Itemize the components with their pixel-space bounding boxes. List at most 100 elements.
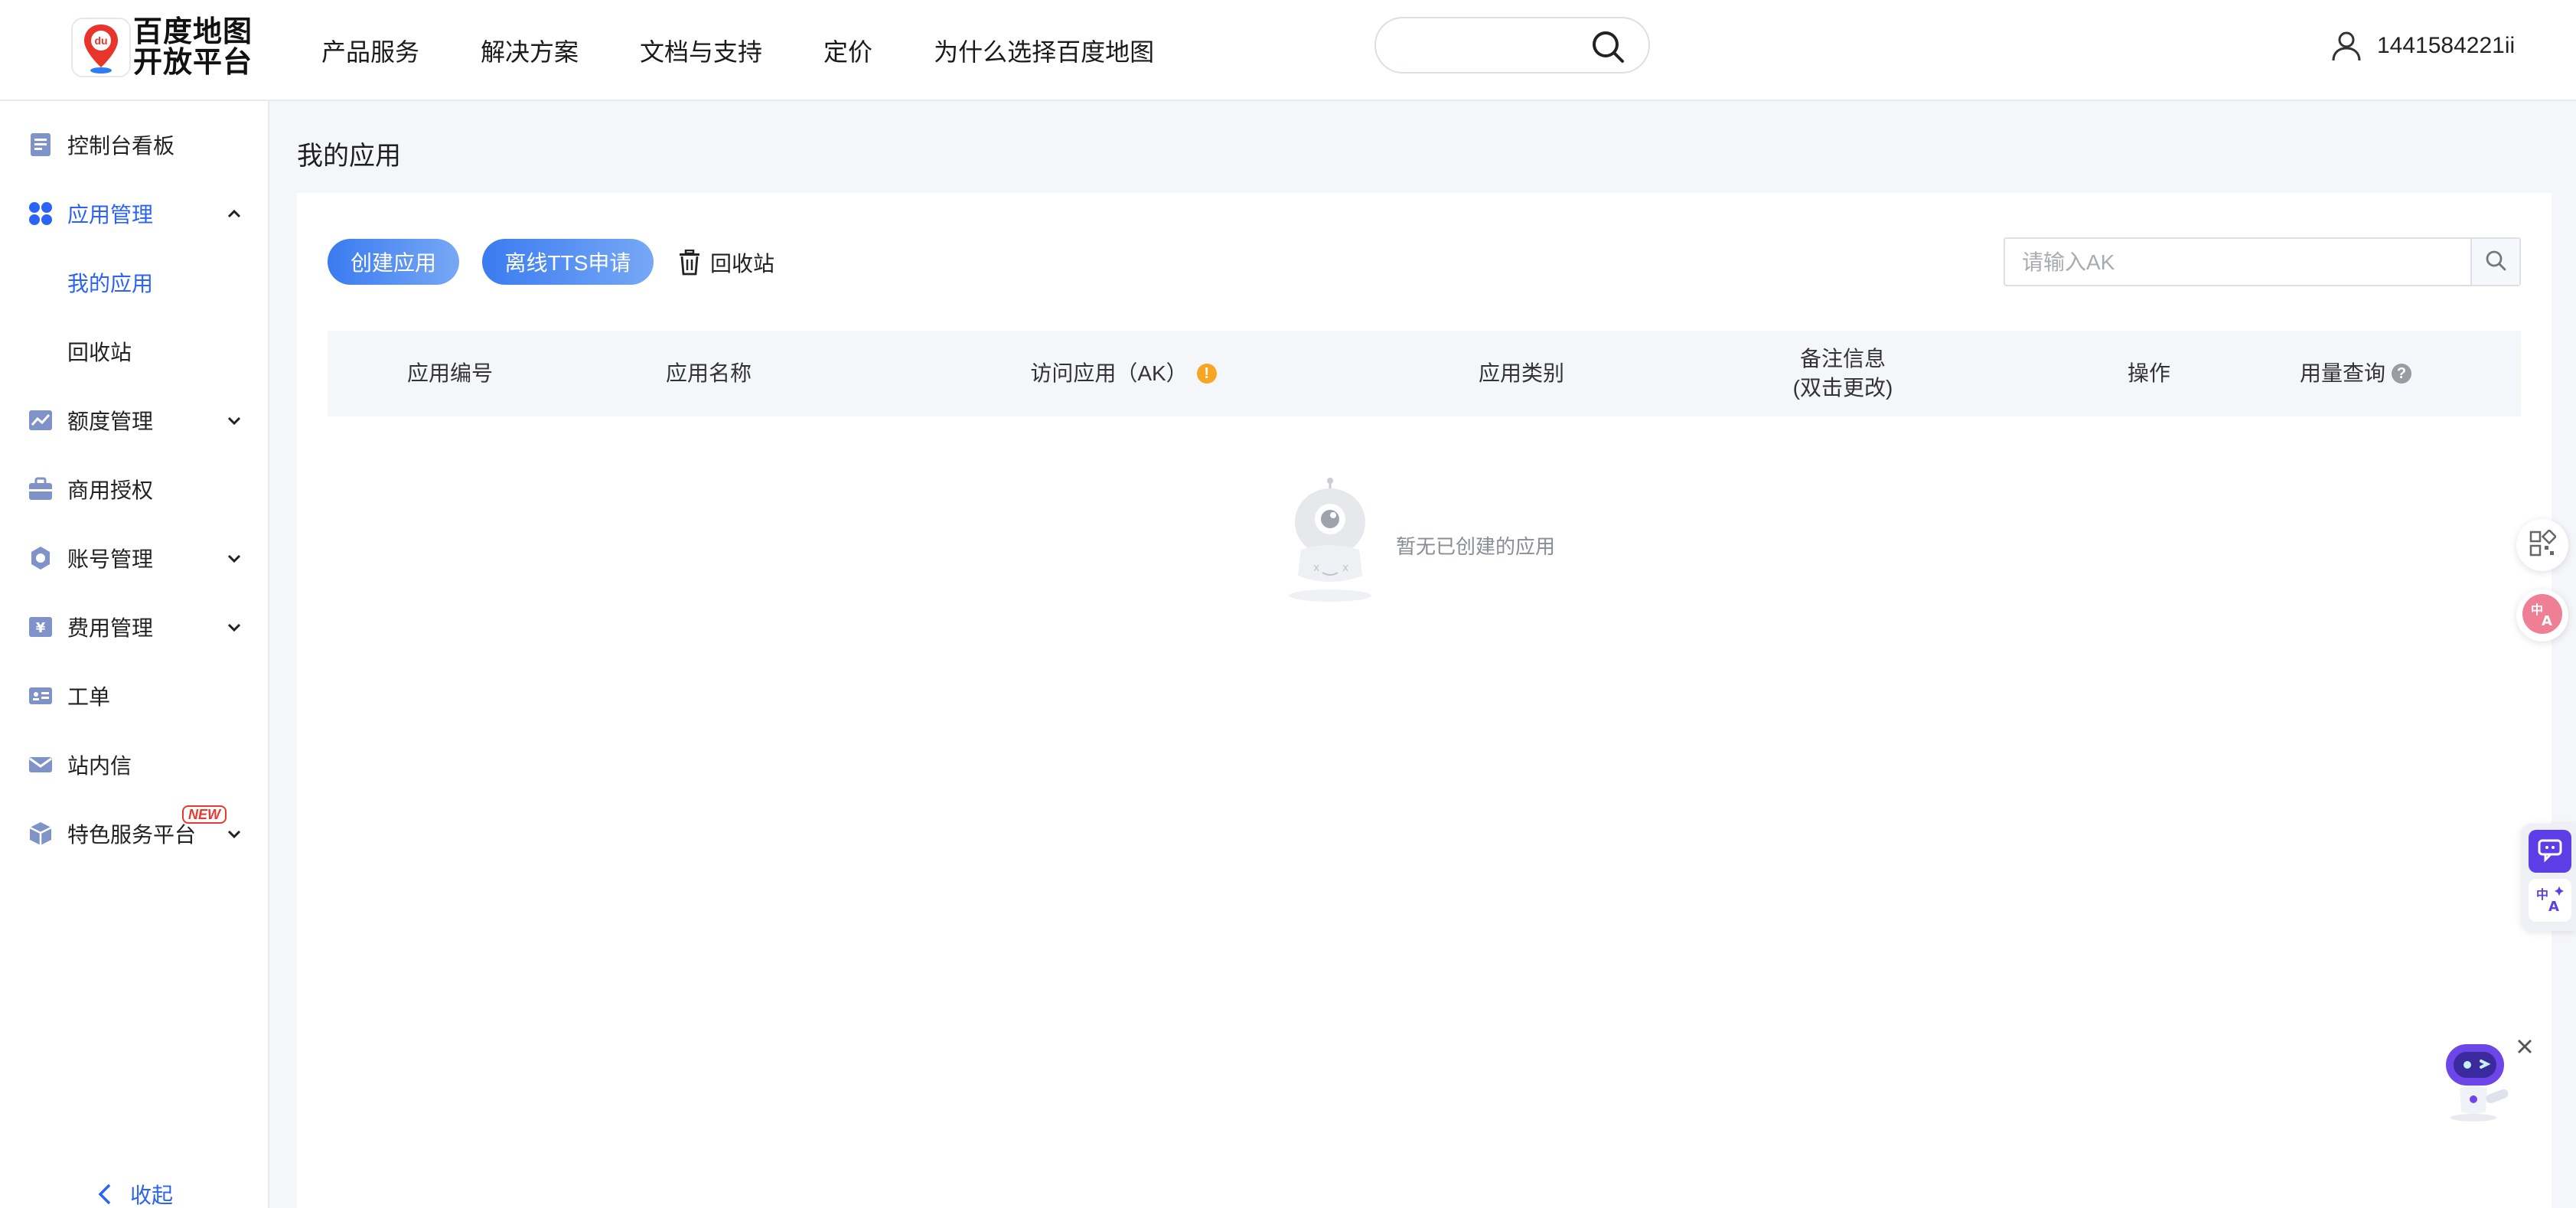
user-icon [2330, 29, 2363, 63]
nav-docs-support[interactable]: 文档与支持 [640, 33, 762, 68]
ak-search-box [2004, 237, 2521, 286]
sidebar-item-label: 回收站 [67, 341, 132, 364]
column-ak: 访问应用（AK） ! [1001, 331, 1246, 416]
briefcase-icon [28, 476, 54, 502]
translate-button[interactable]: 中A [2516, 589, 2568, 642]
empty-state: x x 暂无已创建的应用 [1284, 476, 1652, 614]
help-icon[interactable]: ? [2392, 364, 2411, 384]
nav-products[interactable]: 产品服务 [321, 33, 419, 68]
chart-icon [28, 407, 54, 433]
recycle-bin-label: 回收站 [710, 252, 775, 276]
ak-info-icon[interactable]: ! [1196, 364, 1217, 384]
cube-icon [28, 821, 54, 847]
chevron-up-icon [225, 204, 243, 223]
assistant-translate-button[interactable]: 中A [2529, 879, 2571, 922]
sidebar-collapse-button[interactable]: 收起 [95, 1179, 173, 1208]
chevron-down-icon [225, 824, 243, 843]
create-app-button[interactable]: 创建应用 [328, 239, 459, 285]
column-app-name: 应用名称 [647, 331, 770, 416]
translate-icon: 中A [2522, 593, 2563, 638]
top-search-box [1374, 17, 1650, 73]
column-label: 操作 [2127, 361, 2170, 385]
sidebar-item-account[interactable]: 账号管理 [0, 531, 269, 585]
nav-why-baidu[interactable]: 为什么选择百度地图 [934, 33, 1154, 68]
new-badge: NEW [182, 805, 227, 824]
gear-icon [28, 545, 54, 571]
sidebar-item-quota[interactable]: 额度管理 [0, 393, 269, 447]
search-icon[interactable] [1590, 29, 1625, 64]
sidebar-item-label: 工单 [67, 685, 111, 709]
svg-text:du: du [94, 34, 107, 47]
assistant-chat-button[interactable] [2529, 830, 2571, 873]
ak-search-input[interactable] [2022, 246, 2450, 279]
column-remarks: 备注信息 (双击更改) [1766, 331, 1919, 416]
column-label: 应用编号 [406, 361, 493, 385]
yen-icon: ¥ [28, 614, 54, 640]
offline-tts-apply-button[interactable]: 离线TTS申请 [482, 239, 654, 285]
sidebar-item-label: 商用授权 [67, 478, 154, 502]
chevron-down-icon [225, 549, 243, 567]
qr-code-button[interactable] [2516, 519, 2568, 571]
column-label: 用量查询 [2299, 361, 2385, 385]
apps-icon [28, 201, 54, 227]
sidebar-item-app-management[interactable]: 应用管理 [0, 187, 269, 240]
column-label: 应用类别 [1478, 361, 1564, 385]
column-actions: 操作 [2088, 331, 2210, 416]
column-app-id: 应用编号 [389, 331, 511, 416]
sidebar-item-label: 我的应用 [67, 272, 154, 295]
svg-text:x: x [1313, 562, 1319, 574]
svg-text:A: A [2548, 899, 2559, 914]
sidebar-item-my-apps[interactable]: 我的应用 [0, 256, 269, 309]
sidebar-item-billing[interactable]: ¥ 费用管理 [0, 600, 269, 654]
sidebar-item-label: 额度管理 [67, 410, 154, 433]
sidebar-item-label: 特色服务平台 [67, 823, 197, 847]
sidebar-item-ticket[interactable]: 工单 [0, 669, 269, 723]
collapse-label: 收起 [130, 1184, 174, 1207]
svg-text:¥: ¥ [36, 620, 46, 636]
column-label-sub: (双击更改) [1792, 376, 1893, 400]
top-header: du 百度地图 开放平台 产品服务 解决方案 文档与支持 定价 为什么选择百度地… [0, 0, 2576, 101]
ak-search-button[interactable] [2470, 239, 2519, 285]
column-usage: 用量查询 ? [2271, 331, 2440, 416]
sidebar-item-label: 控制台看板 [67, 134, 175, 158]
column-label: 访问应用（AK） [1030, 361, 1188, 385]
chevron-left-icon [95, 1183, 115, 1206]
sidebar-item-dashboard[interactable]: 控制台看板 [0, 118, 269, 171]
recycle-bin-link[interactable]: 回收站 [678, 243, 774, 282]
nav-pricing[interactable]: 定价 [823, 33, 872, 68]
sidebar-item-commercial-license[interactable]: 商用授权 [0, 462, 269, 516]
map-pin-logo-icon: du [70, 17, 132, 78]
close-icon[interactable] [2515, 1037, 2535, 1056]
sidebar: 控制台看板 应用管理 我的应用 回收站 额度管理 商用授权 账号管理 ¥ 费用管… [0, 101, 269, 1208]
assistant-panel: 中A [2521, 824, 2576, 931]
svg-text:x: x [1342, 562, 1348, 574]
page-title: 我的应用 [297, 142, 401, 171]
qr-code-icon [2529, 528, 2558, 561]
baidu-map-logo[interactable]: du 百度地图 开放平台 [70, 17, 253, 78]
svg-text:A: A [2542, 613, 2552, 629]
table-header: 应用编号 应用名称 访问应用（AK） ! 应用类别 备注信息 (双击更改) 操作… [328, 331, 2521, 416]
id-card-icon [28, 683, 54, 709]
empty-robot-illustration: x x [1284, 476, 1399, 606]
sidebar-item-label: 费用管理 [67, 616, 154, 640]
apps-card: 创建应用 离线TTS申请 回收站 应用编号 应用名称 访问应用（AK） ! 应用… [297, 193, 2552, 1208]
top-search-input[interactable] [1399, 29, 1583, 63]
ai-assistant-robot[interactable] [2440, 1038, 2519, 1122]
trash-icon [678, 249, 701, 276]
sidebar-item-featured-services[interactable]: 特色服务平台 NEW [0, 805, 269, 860]
nav-solutions[interactable]: 解决方案 [481, 33, 579, 68]
logo-text-line2: 开放平台 [133, 47, 253, 79]
top-nav: 产品服务 解决方案 文档与支持 定价 为什么选择百度地图 [321, 0, 1215, 101]
empty-state-text: 暂无已创建的应用 [1396, 535, 1556, 558]
user-account[interactable]: 1441584221ii [2330, 26, 2515, 66]
sidebar-item-recycle-bin[interactable]: 回收站 [0, 325, 269, 378]
svg-text:中: 中 [2536, 887, 2548, 902]
mail-icon [28, 752, 54, 778]
sidebar-item-messages[interactable]: 站内信 [0, 738, 269, 792]
username: 1441584221ii [2377, 33, 2516, 58]
column-app-category: 应用类别 [1460, 331, 1583, 416]
translate-icon: 中A [2535, 883, 2565, 918]
column-label: 应用名称 [665, 361, 752, 385]
column-label: 备注信息 [1799, 347, 1886, 371]
sidebar-item-label: 应用管理 [67, 203, 154, 227]
